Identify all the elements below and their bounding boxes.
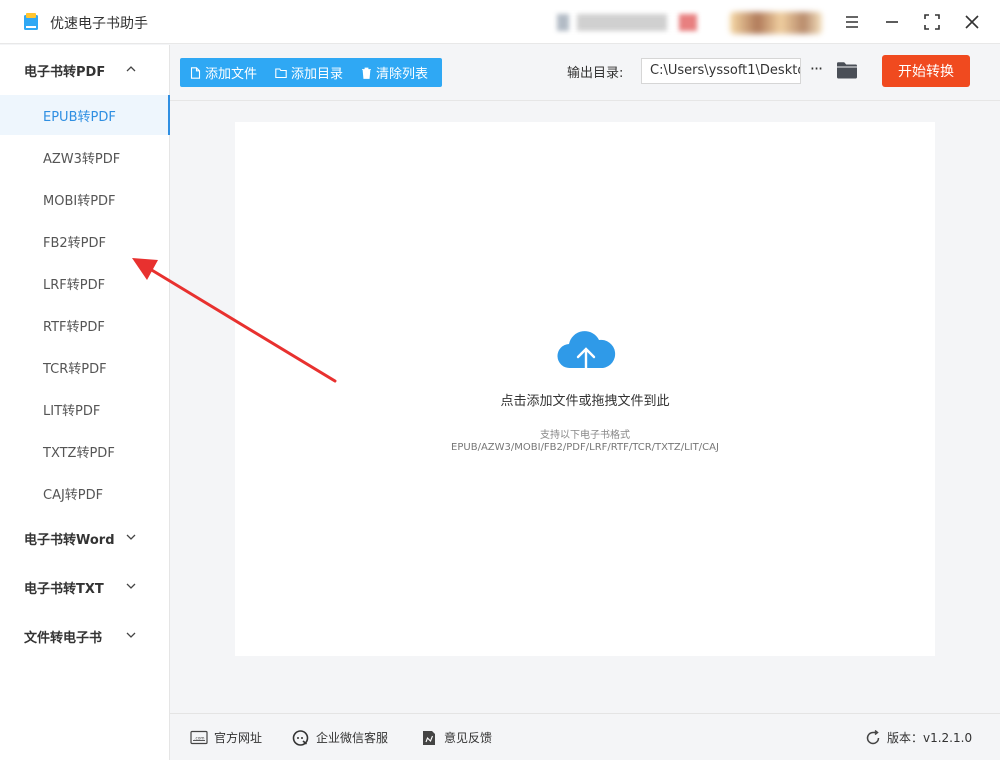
sidebar-group-label: 电子书转TXT [24,581,104,597]
toolbar: 添加文件 添加目录 清除列表 输出目录: C:\Users\yssoft1\De… [170,45,1000,101]
chevron-up-icon [126,66,136,72]
sidebar-item-label: RTF转PDF [43,319,105,335]
sidebar-item-azw3-to-pdf[interactable]: AZW3转PDF [0,137,170,177]
sidebar-item-mobi-to-pdf[interactable]: MOBI转PDF [0,179,170,219]
sidebar: 电子书转PDF EPUB转PDF AZW3转PDF MOBI转PDF FB2转P… [0,45,170,760]
output-dir-field[interactable]: C:\Users\yssoft1\Desktop [641,58,801,84]
sidebar-item-label: EPUB转PDF [43,109,116,125]
sidebar-group-label: 电子书转PDF [24,64,106,80]
close-icon[interactable] [960,10,984,34]
minimize-icon[interactable] [880,10,904,34]
clear-list-button[interactable]: 清除列表 [351,58,436,87]
chevron-down-icon [126,534,136,540]
svg-text:.com: .com [194,735,204,740]
sidebar-item-label: AZW3转PDF [43,151,121,167]
folder-outline-icon [275,67,287,78]
file-icon [190,66,201,79]
sidebar-group-ebook-to-word[interactable]: 电子书转Word [0,518,170,558]
version-info[interactable]: 版本：v1.2.1.0 [865,729,972,746]
sidebar-item-label: MOBI转PDF [43,193,116,209]
wechat-support-link[interactable]: 企业微信客服 [292,729,388,746]
sidebar-item-label: CAJ转PDF [43,487,104,503]
add-folder-label: 添加目录 [291,67,344,82]
folder-icon[interactable] [836,61,858,79]
add-folder-button[interactable]: 添加目录 [265,58,351,87]
feedback-link[interactable]: 意见反馈 [420,729,492,746]
refresh-icon [866,729,880,744]
sidebar-item-label: TXTZ转PDF [43,445,115,461]
sidebar-item-label: TCR转PDF [43,361,107,377]
app-title: 优速电子书助手 [50,16,148,32]
supported-formats-title: 支持以下电子书格式 [540,430,630,441]
maximize-icon[interactable] [920,10,944,34]
file-drop-zone[interactable]: 点击添加文件或拖拽文件到此 支持以下电子书格式 EPUB/AZW3/MOBI/F… [235,122,935,656]
sidebar-item-caj-to-pdf[interactable]: CAJ转PDF [0,473,170,513]
footer: .com 官方网址 企业微信客服 意见反馈 版本：v1.2.1.0 [170,713,1000,760]
sidebar-group-label: 文件转电子书 [24,630,103,646]
annotation-arrow [132,258,337,383]
start-convert-button[interactable]: 开始转换 [882,55,970,87]
user-account-blurred[interactable] [557,14,697,31]
sidebar-item-lit-to-pdf[interactable]: LIT转PDF [0,389,170,429]
sidebar-group-ebook-to-txt[interactable]: 电子书转TXT [0,567,170,607]
chat-icon [292,729,309,746]
version-label: 版本：v1.2.1.0 [887,731,973,745]
book-icon [24,13,38,30]
sidebar-item-label: LRF转PDF [43,277,106,293]
feedback-label: 意见反馈 [444,731,493,745]
sidebar-item-epub-to-pdf[interactable]: EPUB转PDF [0,95,170,135]
supported-formats-list: EPUB/AZW3/MOBI/FB2/PDF/LRF/RTF/TCR/TXTZ/… [451,442,719,453]
sidebar-item-label: LIT转PDF [43,403,101,419]
sidebar-item-label: FB2转PDF [43,235,106,251]
website-link[interactable]: .com 官方网址 [190,729,262,746]
chevron-down-icon [126,583,136,589]
sidebar-group-ebook-to-pdf[interactable]: 电子书转PDF [0,50,170,90]
add-file-button[interactable]: 添加文件 [180,58,265,87]
website-label: 官方网址 [214,731,263,745]
file-button-group: 添加文件 添加目录 清除列表 [180,58,442,87]
add-file-label: 添加文件 [205,67,258,82]
browse-more-button[interactable]: ··· [806,59,826,81]
user-avatar-blurred[interactable] [730,12,822,34]
website-icon: .com [190,730,208,744]
wechat-support-label: 企业微信客服 [316,731,389,745]
sidebar-group-file-to-ebook[interactable]: 文件转电子书 [0,616,170,656]
sidebar-item-txtz-to-pdf[interactable]: TXTZ转PDF [0,431,170,471]
cloud-upload-icon [557,331,616,380]
sidebar-group-label: 电子书转Word [24,532,115,548]
clear-list-label: 清除列表 [376,67,429,82]
drop-hint: 点击添加文件或拖拽文件到此 [500,394,670,409]
trash-icon [362,67,372,79]
output-dir-label: 输出目录: [567,66,624,81]
feedback-icon [423,730,435,745]
menu-icon[interactable] [840,10,864,34]
title-bar: 优速电子书助手 [0,0,1000,44]
chevron-down-icon [126,632,136,638]
